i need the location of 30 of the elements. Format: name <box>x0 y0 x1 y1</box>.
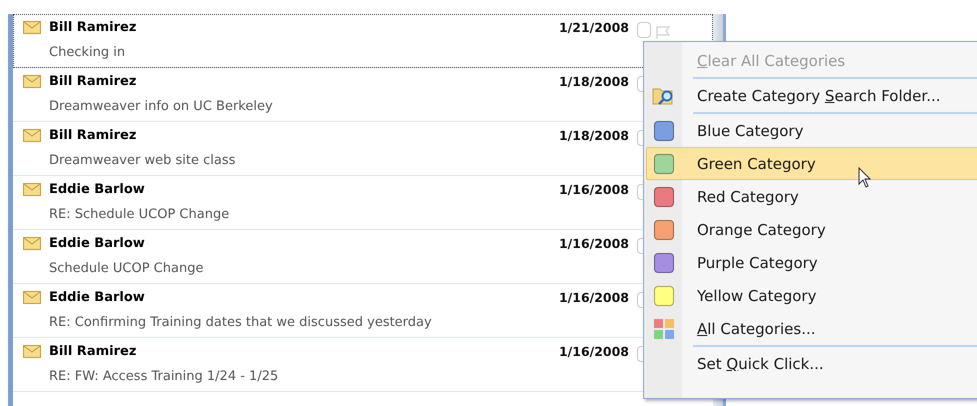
sender-name: Bill Ramirez <box>49 344 138 359</box>
sender-name: Bill Ramirez <box>49 20 138 35</box>
received-date: 1/18/2008 <box>558 74 629 89</box>
menu-item[interactable]: Blue Category <box>646 114 977 147</box>
sender-name: Bill Ramirez <box>49 74 138 89</box>
received-date: 1/21/2008 <box>558 20 629 35</box>
menu-item[interactable]: Set Quick Click... <box>646 347 977 380</box>
menu-item[interactable]: Green Category <box>646 147 977 180</box>
message-subject: Checking in <box>49 44 126 60</box>
message-subject: RE: FW: Access Training 1/24 - 1/25 <box>49 368 280 384</box>
menu-item[interactable]: All Categories... <box>646 312 977 345</box>
menu-item[interactable]: Red Category <box>646 180 977 213</box>
message-subject: RE: Confirming Training dates that we discussed yesterday <box>49 314 433 330</box>
received-date: 1/16/2008 <box>558 290 629 305</box>
received-date: 1/16/2008 <box>558 236 629 251</box>
sender-name: Eddie Barlow <box>49 182 146 197</box>
received-date: 1/18/2008 <box>558 128 629 143</box>
menu-item[interactable]: Purple Category <box>646 246 977 279</box>
sender-name: Eddie Barlow <box>49 290 146 305</box>
sender-name: Eddie Barlow <box>49 236 146 251</box>
received-date: 1/16/2008 <box>558 344 629 359</box>
message-subject: Dreamweaver info on UC Berkeley <box>49 98 274 114</box>
received-date: 1/16/2008 <box>558 182 629 197</box>
sender-name: Bill Ramirez <box>49 128 138 143</box>
message-subject: RE: Schedule UCOP Change <box>49 206 230 222</box>
menu-item[interactable]: Yellow Category <box>646 279 977 312</box>
menu-item[interactable]: Orange Category <box>646 213 977 246</box>
menu-item[interactable]: Create Category Search Folder... <box>646 79 977 112</box>
message-subject: Dreamweaver web site class <box>49 152 236 168</box>
message-subject: Schedule UCOP Change <box>49 260 204 276</box>
